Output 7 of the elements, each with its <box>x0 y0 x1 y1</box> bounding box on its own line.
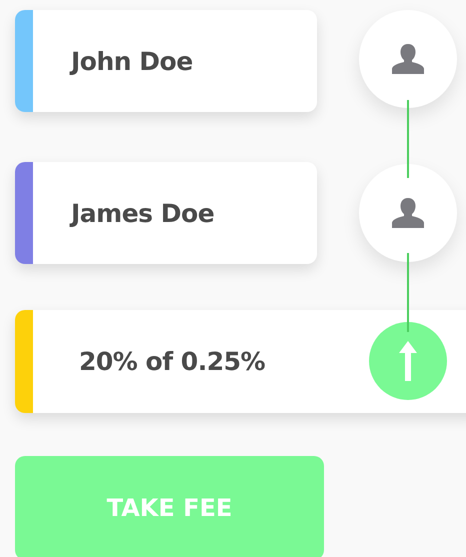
step-label: 20% of 0.25% <box>78 347 266 376</box>
take-fee-button[interactable]: TAKE FEE <box>15 456 324 557</box>
step-label: James Doe <box>68 198 214 228</box>
person-icon <box>392 198 424 228</box>
person-icon <box>392 44 424 74</box>
step-label: John Doe <box>68 46 193 76</box>
up-arrow-icon <box>398 341 418 381</box>
